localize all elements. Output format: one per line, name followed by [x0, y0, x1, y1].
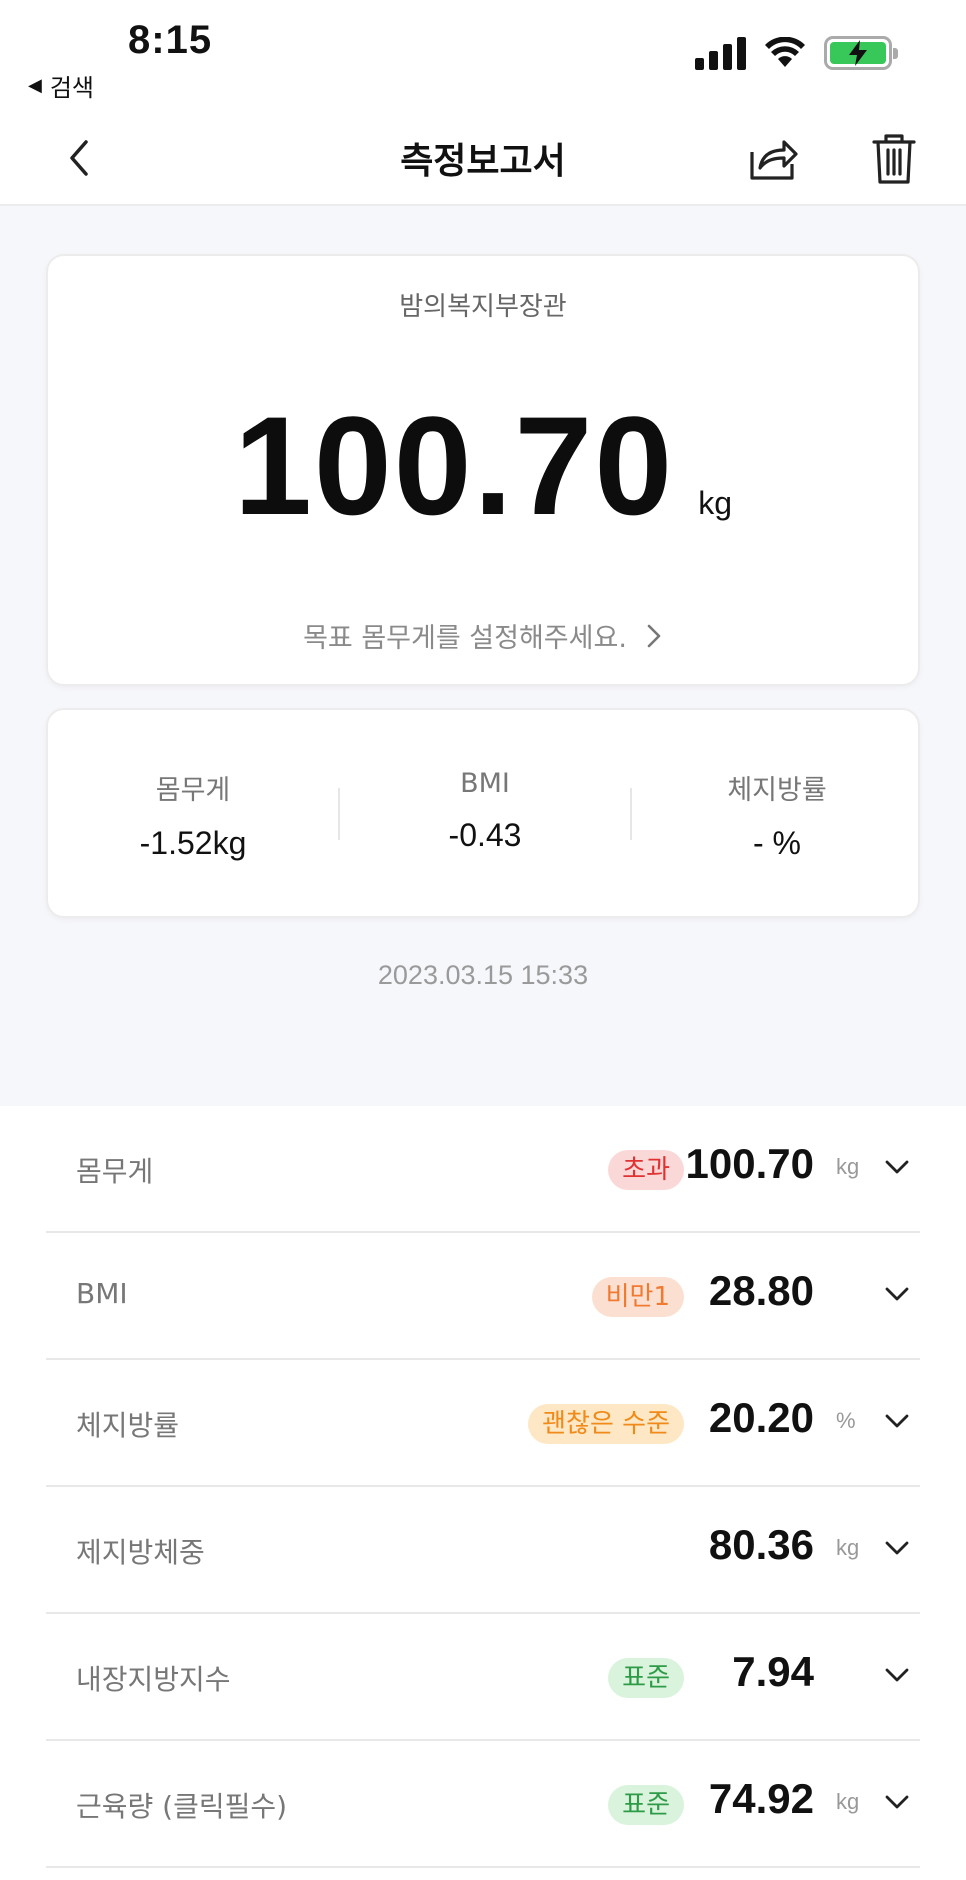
weight-unit: kg [698, 485, 732, 521]
measurement-timestamp: 2023.03.15 15:33 [377, 960, 589, 990]
metric-value: 28.80 [708, 1267, 814, 1314]
summary-area: 밤의복지부장관 100.70 kg 목표 몸무게를 설정해주세요. 몸무게 -1.… [0, 206, 966, 1106]
metric-row-muscle-mass[interactable]: 근육량 (클릭필수) 표준 74.92 kg [46, 1741, 920, 1868]
metric-label: BMI [76, 1277, 128, 1310]
trash-icon[interactable] [866, 130, 922, 186]
metric-row-weight[interactable]: 몸무게 초과 100.70 kg [46, 1106, 920, 1233]
status-badge: 초과 [608, 1150, 684, 1190]
diff-body-fat: 체지방률 - % [632, 768, 922, 862]
chevron-down-icon[interactable] [882, 1787, 912, 1817]
status-badge: 괜찮은 수준 [528, 1404, 684, 1444]
chevron-down-icon[interactable] [882, 1279, 912, 1309]
metric-value: 80.36 [708, 1521, 814, 1568]
wifi-icon [765, 37, 805, 67]
weight-card: 밤의복지부장관 100.70 kg 목표 몸무게를 설정해주세요. [46, 254, 920, 686]
metric-value: 74.92 [708, 1775, 814, 1822]
back-to-app-link[interactable]: ◀ 검색 [28, 68, 94, 103]
chevron-down-icon[interactable] [882, 1406, 912, 1436]
profile-name: 밤의복지부장관 [399, 292, 567, 322]
status-time: 8:15 [128, 18, 213, 62]
weight-display: 100.70 kg [48, 396, 918, 536]
metric-unit: % [836, 1408, 856, 1433]
page-title: 측정보고서 [400, 141, 566, 182]
status-badge: 비만1 [591, 1277, 684, 1317]
diff-value: -1.52kg [139, 825, 247, 861]
metric-value: 20.20 [708, 1394, 814, 1441]
chevron-right-icon [647, 624, 661, 647]
metric-label: 몸무게 [76, 1155, 154, 1188]
metric-row-body-fat[interactable]: 체지방률 괜찮은 수준 20.20 % [46, 1360, 920, 1487]
diff-bmi: BMI -0.43 [340, 768, 630, 854]
battery-icon [824, 36, 898, 70]
chevron-down-icon[interactable] [882, 1152, 912, 1182]
back-triangle-icon: ◀ [28, 75, 42, 96]
change-summary-card: 몸무게 -1.52kg BMI -0.43 체지방률 - % [46, 708, 920, 918]
metric-value: 7.94 [732, 1648, 814, 1695]
goal-text: 목표 몸무게를 설정해주세요. [303, 623, 627, 654]
metric-row-bmi[interactable]: BMI 비만1 28.80 [46, 1233, 920, 1360]
metric-unit: kg [836, 1535, 860, 1560]
metric-label: 제지방체중 [76, 1536, 205, 1569]
diff-label: 몸무게 [155, 775, 231, 806]
metric-label: 근육량 (클릭필수) [76, 1790, 288, 1823]
metric-label: 내장지방지수 [76, 1663, 231, 1696]
chevron-down-icon[interactable] [882, 1660, 912, 1690]
diff-weight: 몸무게 -1.52kg [48, 768, 338, 862]
nav-bar: 측정보고서 [0, 110, 966, 206]
share-icon[interactable] [744, 130, 800, 186]
back-app-label: 검색 [49, 74, 95, 102]
diff-value: -0.43 [448, 817, 522, 853]
status-icons [695, 36, 898, 70]
metric-unit: kg [836, 1154, 860, 1179]
chevron-down-icon[interactable] [882, 1533, 912, 1563]
diff-label: 체지방률 [727, 775, 827, 806]
metric-value: 100.70 [685, 1140, 814, 1187]
status-badge: 표준 [608, 1658, 684, 1698]
metric-unit: kg [836, 1789, 860, 1814]
metric-label: 체지방률 [76, 1409, 180, 1442]
status-bar: 8:15 ◀ 검색 [0, 0, 966, 110]
diff-label: BMI [460, 768, 510, 799]
set-goal-link[interactable]: 목표 몸무게를 설정해주세요. [48, 616, 918, 655]
metric-row-lean-mass[interactable]: 제지방체중 80.36 kg [46, 1487, 920, 1614]
metrics-list: 몸무게 초과 100.70 kg BMI 비만1 28.80 체지방률 괜찮은 … [46, 1106, 920, 1868]
status-badge: 표준 [608, 1785, 684, 1825]
metric-row-visceral-fat[interactable]: 내장지방지수 표준 7.94 [46, 1614, 920, 1741]
weight-value: 100.70 [234, 387, 675, 544]
diff-value: - % [753, 825, 801, 861]
cellular-signal-icon [695, 36, 746, 70]
